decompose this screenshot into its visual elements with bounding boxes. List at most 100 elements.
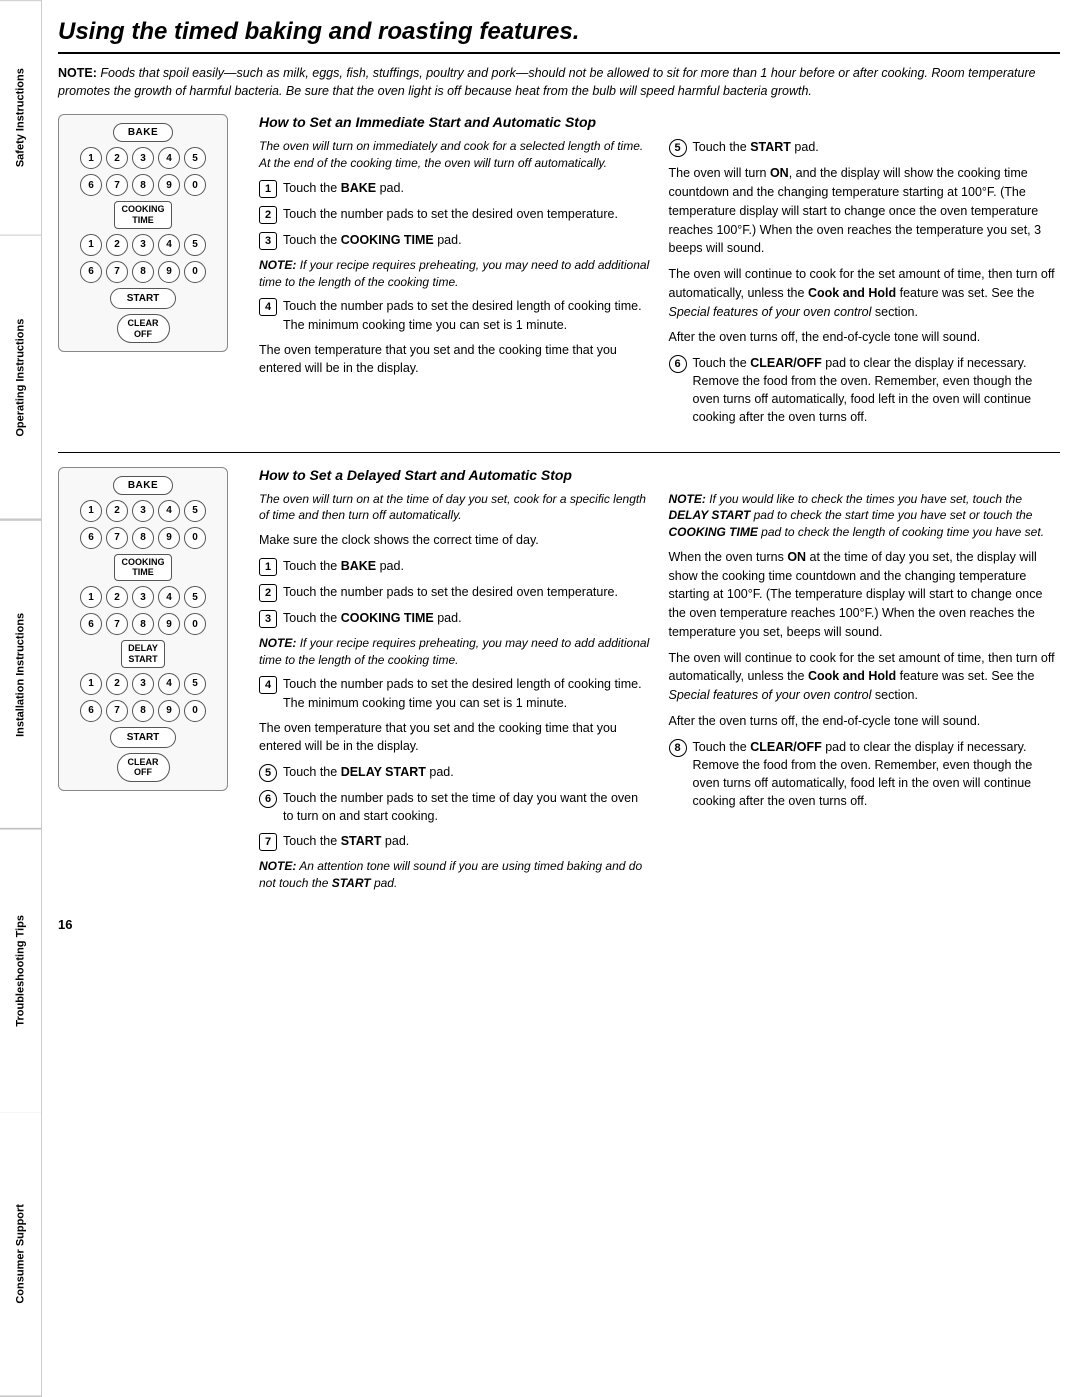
num-row-2f: 6 7 8 9 0 bbox=[80, 700, 206, 722]
delay-start-button: DELAYSTART bbox=[121, 640, 165, 668]
step1-3: 3 Touch the COOKING TIME pad. bbox=[259, 231, 651, 250]
clear-button-1: CLEAROFF bbox=[117, 314, 170, 344]
sidebar-item-installation: Installation Instructions bbox=[0, 520, 41, 829]
num-row-2b: 6 7 8 9 0 bbox=[80, 527, 206, 549]
section1-left: BAKE 1 2 3 4 5 6 7 8 9 0 COOKINGTIME bbox=[58, 114, 243, 433]
section2-text-cols: The oven will turn on at the time of day… bbox=[259, 491, 1060, 900]
sidebar-item-safety: Safety Instructions bbox=[0, 0, 41, 235]
step-num-1-6: 6 bbox=[669, 355, 687, 373]
start-button-2: START bbox=[110, 727, 177, 748]
section1-col-left: The oven will turn on immediately and co… bbox=[259, 138, 651, 433]
step-num-2-1: 1 bbox=[259, 558, 277, 576]
sidebar-label-troubleshooting: Troubleshooting Tips bbox=[15, 915, 27, 1027]
bake-button-2: BAKE bbox=[113, 476, 173, 495]
num-7: 7 bbox=[106, 174, 128, 196]
sidebar-label-safety: Safety Instructions bbox=[15, 69, 27, 168]
step-num-2-5: 5 bbox=[259, 764, 277, 782]
sidebar-label-operating: Operating Instructions bbox=[15, 319, 27, 437]
step2-6: 6 Touch the number pads to set the time … bbox=[259, 789, 651, 825]
num-row-2e: 1 2 3 4 5 bbox=[80, 673, 206, 695]
sidebar-label-installation: Installation Instructions bbox=[15, 612, 27, 736]
num-row-2c: 1 2 3 4 5 bbox=[80, 586, 206, 608]
section2-end-cycle: After the oven turns off, the end-of-cyc… bbox=[669, 712, 1061, 731]
section2-on-text: When the oven turns ON at the time of da… bbox=[669, 548, 1061, 642]
section2-display-note: The oven temperature that you set and th… bbox=[259, 719, 651, 757]
section-delayed: BAKE 1 2 3 4 5 6 7 8 9 0 COOKINGTIME bbox=[58, 467, 1060, 900]
num-row-1d: 6 7 8 9 0 bbox=[80, 261, 206, 283]
sidebar-label-consumer: Consumer Support bbox=[15, 1205, 27, 1305]
num-row-1a: 1 2 3 4 5 bbox=[80, 147, 206, 169]
step-num-1-1: 1 bbox=[259, 180, 277, 198]
oven-panel-1: BAKE 1 2 3 4 5 6 7 8 9 0 COOKINGTIME bbox=[58, 114, 228, 352]
step1-2: 2 Touch the number pads to set the desir… bbox=[259, 205, 651, 224]
num-6: 6 bbox=[80, 174, 102, 196]
section1-right: How to Set an Immediate Start and Automa… bbox=[259, 114, 1060, 433]
num-row-2a: 1 2 3 4 5 bbox=[80, 500, 206, 522]
step-num-2-2: 2 bbox=[259, 584, 277, 602]
section2-make-sure: Make sure the clock shows the correct ti… bbox=[259, 531, 651, 550]
section2-right: How to Set a Delayed Start and Automatic… bbox=[259, 467, 1060, 900]
main-content: Using the timed baking and roasting feat… bbox=[42, 0, 1080, 1397]
sidebar-item-operating: Operating Instructions bbox=[0, 235, 41, 520]
section1-preheating-note: NOTE: If your recipe requires preheating… bbox=[259, 257, 651, 291]
section1-end-cycle: After the oven turns off, the end-of-cyc… bbox=[669, 328, 1061, 347]
section1-heading: How to Set an Immediate Start and Automa… bbox=[259, 114, 1060, 130]
top-note-text: Foods that spoil easily—such as milk, eg… bbox=[58, 66, 1036, 98]
num-row-1c: 1 2 3 4 5 bbox=[80, 234, 206, 256]
top-note: NOTE: Foods that spoil easily—such as mi… bbox=[58, 64, 1060, 100]
step-num-2-8: 8 bbox=[669, 739, 687, 757]
bake-button-1: BAKE bbox=[113, 123, 173, 142]
cooking-time-button-2: COOKINGTIME bbox=[114, 554, 171, 582]
section2-heading: How to Set a Delayed Start and Automatic… bbox=[259, 467, 1060, 483]
section1-display-note: The oven temperature that you set and th… bbox=[259, 341, 651, 379]
num-9: 9 bbox=[158, 174, 180, 196]
section1-on-text: The oven will turn ON, and the display w… bbox=[669, 164, 1061, 258]
section-divider bbox=[58, 452, 1060, 453]
num-0: 0 bbox=[184, 174, 206, 196]
step2-8: 8 Touch the CLEAR/OFF pad to clear the d… bbox=[669, 738, 1061, 811]
step2-3: 3 Touch the COOKING TIME pad. bbox=[259, 609, 651, 628]
step-num-2-6: 6 bbox=[259, 790, 277, 808]
step1-6: 6 Touch the CLEAR/OFF pad to clear the d… bbox=[669, 354, 1061, 427]
section1-text-cols: The oven will turn on immediately and co… bbox=[259, 138, 1060, 433]
start-button-1: START bbox=[110, 288, 177, 309]
page-number: 16 bbox=[58, 917, 1060, 932]
cooking-time-button-1: COOKINGTIME bbox=[114, 201, 171, 229]
num-3: 3 bbox=[132, 147, 154, 169]
oven-panel-2: BAKE 1 2 3 4 5 6 7 8 9 0 COOKINGTIME bbox=[58, 467, 228, 792]
section1-col-right: 5 Touch the START pad. The oven will tur… bbox=[669, 138, 1061, 433]
num-8: 8 bbox=[132, 174, 154, 196]
step1-5: 5 Touch the START pad. bbox=[669, 138, 1061, 157]
step-num-2-4: 4 bbox=[259, 676, 277, 694]
section1-cook-hold: The oven will continue to cook for the s… bbox=[669, 265, 1061, 321]
num-1: 1 bbox=[80, 147, 102, 169]
sidebar-item-consumer: Consumer Support bbox=[0, 1113, 41, 1397]
num-4: 4 bbox=[158, 147, 180, 169]
step2-7: 7 Touch the START pad. bbox=[259, 832, 651, 851]
clear-button-2: CLEAROFF bbox=[117, 753, 170, 783]
sidebar: Safety Instructions Operating Instructio… bbox=[0, 0, 42, 1397]
section2-col-left: The oven will turn on at the time of day… bbox=[259, 491, 651, 900]
step1-4: 4 Touch the number pads to set the desir… bbox=[259, 297, 651, 333]
section-immediate: BAKE 1 2 3 4 5 6 7 8 9 0 COOKINGTIME bbox=[58, 114, 1060, 433]
section2-preheating-note: NOTE: If your recipe requires preheating… bbox=[259, 635, 651, 669]
step1-1: 1 Touch the BAKE pad. bbox=[259, 179, 651, 198]
step-num-1-2: 2 bbox=[259, 206, 277, 224]
step-num-1-5: 5 bbox=[669, 139, 687, 157]
step2-1: 1 Touch the BAKE pad. bbox=[259, 557, 651, 576]
section2-left: BAKE 1 2 3 4 5 6 7 8 9 0 COOKINGTIME bbox=[58, 467, 243, 900]
section2-check-note: NOTE: If you would like to check the tim… bbox=[669, 491, 1061, 541]
num-5: 5 bbox=[184, 147, 206, 169]
num-row-1b: 6 7 8 9 0 bbox=[80, 174, 206, 196]
step2-5: 5 Touch the DELAY START pad. bbox=[259, 763, 651, 782]
section2-intro: The oven will turn on at the time of day… bbox=[259, 491, 651, 525]
section2-attention-note: NOTE: An attention tone will sound if yo… bbox=[259, 858, 651, 892]
section2-col-right: NOTE: If you would like to check the tim… bbox=[669, 491, 1061, 900]
num-row-2d: 6 7 8 9 0 bbox=[80, 613, 206, 635]
step-num-1-4: 4 bbox=[259, 298, 277, 316]
step-num-2-7: 7 bbox=[259, 833, 277, 851]
num-2: 2 bbox=[106, 147, 128, 169]
sidebar-item-troubleshooting: Troubleshooting Tips bbox=[0, 829, 41, 1114]
section1-intro: The oven will turn on immediately and co… bbox=[259, 138, 651, 172]
step2-2: 2 Touch the number pads to set the desir… bbox=[259, 583, 651, 602]
